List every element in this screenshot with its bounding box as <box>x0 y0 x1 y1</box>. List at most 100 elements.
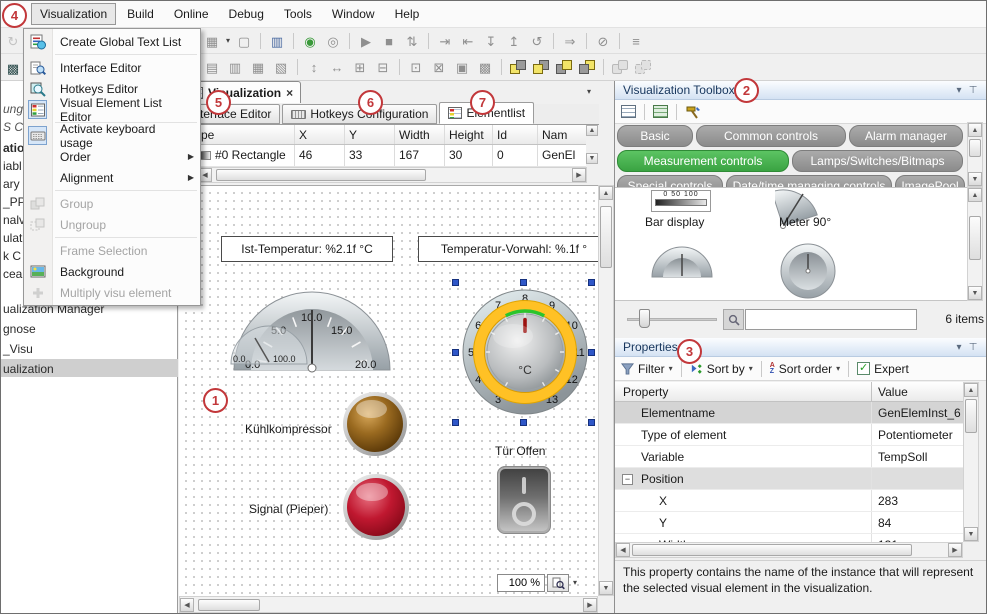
menuitem-visual-element-list-editor[interactable]: Visual Element List Editor <box>24 99 200 120</box>
elementlist-hscrollbar[interactable]: ◀ ▶ <box>197 167 587 183</box>
step-over-button[interactable]: ⇥ <box>434 31 456 51</box>
category-lamps-switches-bitmaps[interactable]: Lamps/Switches/Bitmaps <box>792 150 963 172</box>
tree-item[interactable]: nalv <box>3 213 25 227</box>
close-tab-icon[interactable]: × <box>286 86 293 100</box>
col-width[interactable]: Width <box>395 125 445 144</box>
visualization-canvas[interactable]: Ist-Temperatur: %2.1f °C Temperatur-Vorw… <box>179 185 598 596</box>
next-statement-button[interactable]: ⇒ <box>559 31 581 51</box>
properties-hscrollbar[interactable]: ◀ ▶ <box>615 542 963 558</box>
lamp-kuehlkompressor[interactable] <box>343 392 407 456</box>
col-type[interactable]: ype <box>195 125 295 144</box>
selection-handle[interactable] <box>588 419 595 426</box>
menuitem-order[interactable]: Order ▶ <box>24 146 200 167</box>
sort-by-button[interactable]: Sort by <box>707 362 745 376</box>
align-top-button[interactable]: ↕ <box>303 57 325 77</box>
tree-item[interactable]: ulat <box>3 231 22 245</box>
align-center-button[interactable]: ▥ <box>224 57 246 77</box>
tools-button[interactable]: ⇅ <box>401 31 423 51</box>
sort-order-button[interactable]: Sort order <box>779 362 832 376</box>
step-into-button[interactable]: ⇤ <box>457 31 479 51</box>
pin-icon[interactable]: ⊤ <box>966 342 980 353</box>
scroll-down-button[interactable]: ▼ <box>968 286 982 300</box>
menuitem-interface-editor[interactable]: Interface Editor <box>24 57 200 78</box>
menuitem-create-global-text-list[interactable]: Create Global Text List <box>24 31 200 52</box>
property-row-width[interactable]: Width131 <box>615 534 963 542</box>
col-name[interactable]: Nam <box>538 125 586 144</box>
same-width-button[interactable]: ⊡ <box>405 57 427 77</box>
same-size-button[interactable]: ▣ <box>451 57 473 77</box>
collapse-minus-icon[interactable]: − <box>622 474 633 485</box>
col-property[interactable]: Property <box>623 385 668 399</box>
items-vscrollbar[interactable]: ▲ ▼ <box>967 187 983 301</box>
zoom-dropdown-icon[interactable]: ▾ <box>573 578 577 587</box>
menu-window[interactable]: Window <box>323 3 384 25</box>
selection-handle[interactable] <box>452 279 459 286</box>
category-basic[interactable]: Basic <box>617 125 693 147</box>
selection-handle[interactable] <box>588 349 595 356</box>
distribute-button[interactable]: ⊟ <box>372 57 394 77</box>
scroll-right-button[interactable]: ▶ <box>948 543 962 557</box>
scroll-right-button[interactable]: ▶ <box>572 168 586 182</box>
send-to-back-button[interactable] <box>578 58 596 76</box>
scroll-thumb[interactable] <box>216 169 426 181</box>
selection-handle[interactable] <box>588 279 595 286</box>
menu-debug[interactable]: Debug <box>220 3 273 25</box>
scroll-left-button[interactable]: ◀ <box>180 598 194 612</box>
categories-vscrollbar[interactable]: ▲ ▼ <box>967 122 983 187</box>
scroll-up-button[interactable]: ▲ <box>968 123 982 137</box>
size-slider-thumb[interactable] <box>639 309 650 328</box>
stop-button[interactable]: ■ <box>378 31 400 51</box>
tree-item[interactable]: ary <box>3 177 20 191</box>
align-middle-button[interactable]: ↔ <box>326 57 348 77</box>
canvas-vscrollbar[interactable]: ▲ ▼ <box>598 185 614 596</box>
toolbox-search-input[interactable] <box>745 309 917 330</box>
category-special-controls[interactable]: Special controls <box>617 175 723 187</box>
scroll-thumb[interactable] <box>969 216 981 260</box>
meter-small-widget[interactable]: 0.0 100.0 <box>225 324 315 368</box>
sort-order-dropdown-icon[interactable]: ▾ <box>836 364 840 373</box>
collapse-icon[interactable]: ▾ <box>952 85 966 96</box>
reset-button[interactable]: ↺ <box>526 31 548 51</box>
ungroup-button[interactable] <box>634 58 652 76</box>
label-tuer-offen[interactable]: Tür Offen <box>495 444 545 458</box>
properties-vscrollbar[interactable]: ▲ ▼ <box>963 382 979 542</box>
tree-item[interactable]: iabl <box>3 159 22 173</box>
item-bar-display[interactable]: Bar display <box>645 215 704 229</box>
bring-to-front-button[interactable] <box>555 58 573 76</box>
send-backward-button[interactable] <box>532 58 550 76</box>
property-row-x[interactable]: X283 <box>615 490 963 512</box>
hammer-tool-icon[interactable] <box>685 105 701 119</box>
meter-180-icon[interactable] <box>649 244 715 280</box>
align-justify-button[interactable]: ▧ <box>270 57 292 77</box>
menuitem-alignment[interactable]: Alignment ▶ <box>24 167 200 188</box>
selection-handle[interactable] <box>520 279 527 286</box>
menu-online[interactable]: Online <box>165 3 218 25</box>
logout-button[interactable]: ◎ <box>322 31 344 51</box>
toggle-breakpoint-button[interactable]: ⊘ <box>592 31 614 51</box>
category-measurement-controls[interactable]: Measurement controls <box>617 150 789 172</box>
col-value[interactable]: Value <box>878 385 908 399</box>
canvas-hscrollbar[interactable]: ◀ ▶ <box>179 596 598 613</box>
bring-forward-button[interactable] <box>509 58 527 76</box>
filter-dropdown-icon[interactable]: ▾ <box>669 364 673 373</box>
item-meter-90[interactable]: Meter 90° <box>779 215 831 229</box>
lamp-signal[interactable] <box>343 474 409 540</box>
scroll-down-button[interactable]: ▼ <box>968 172 982 186</box>
group-button[interactable] <box>611 58 629 76</box>
scroll-up-button[interactable]: ▲ <box>599 186 613 200</box>
scroll-thumb[interactable] <box>965 399 977 433</box>
start-button[interactable]: ▶ <box>355 31 377 51</box>
scroll-down-button[interactable]: ▼ <box>964 527 978 541</box>
scroll-thumb[interactable] <box>969 139 981 157</box>
tree-item[interactable]: k C <box>3 249 21 263</box>
property-row-elementname[interactable]: ElementnameGenElemInst_6 <box>615 402 963 424</box>
scroll-up-button[interactable]: ▲ <box>964 383 978 397</box>
menuitem-activate-keyboard-usage[interactable]: Activate keyboard usage <box>24 125 200 146</box>
scroll-left-button[interactable]: ◀ <box>616 543 630 557</box>
tree-item-visu[interactable]: _Visu <box>3 342 33 356</box>
collapse-icon[interactable]: ▾ <box>952 342 966 353</box>
sort-by-dropdown-icon[interactable]: ▾ <box>749 364 753 373</box>
step-out-button[interactable]: ↧ <box>480 31 502 51</box>
menuitem-multiply-visu-element[interactable]: Multiply visu element <box>24 282 200 303</box>
scroll-thumb[interactable] <box>600 206 612 268</box>
